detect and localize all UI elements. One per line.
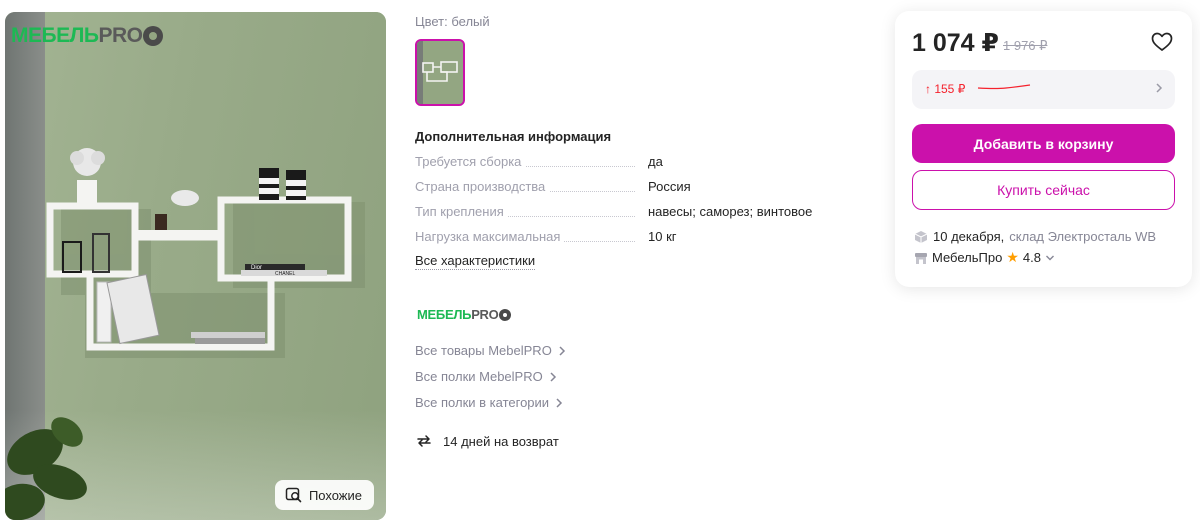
shop-icon: [915, 252, 927, 264]
return-policy: 14 дней на возврат: [415, 432, 559, 450]
seller-logo[interactable]: МЕБЕЛЬ PRO: [417, 307, 512, 322]
brand-logo: МЕБЕЛЬ PRO: [11, 24, 164, 48]
box-label: Dior: [251, 265, 262, 271]
spec-key: Тип крепления: [415, 204, 508, 219]
chevron-right-icon: [550, 371, 556, 382]
link-label: Все полки в категории: [415, 395, 550, 410]
all-specs-link[interactable]: Все характеристики: [415, 253, 536, 270]
additional-info-title: Дополнительная информация: [415, 129, 612, 144]
delivery-date: 10 декабря,: [933, 229, 1005, 244]
book-label: CHANEL: [275, 271, 296, 277]
spec-key: Требуется сборка: [415, 154, 526, 169]
gear-logo-icon: [499, 308, 512, 321]
chevron-right-icon: [559, 345, 565, 356]
spec-key: Нагрузка максимальная: [415, 229, 565, 244]
old-price: 1 976 ₽: [1003, 38, 1048, 53]
brand-logo-part-2: PRO: [98, 24, 143, 47]
price-change-row[interactable]: ↑ 155 ₽: [912, 70, 1175, 109]
product-photo[interactable]: Dior CHANEL МЕБЕЛЬ PRO Похожие: [5, 12, 386, 520]
link-label: Все полки MebelPRO: [415, 369, 543, 384]
thumbnail-image: [417, 41, 463, 104]
similar-products-label: Похожие: [308, 487, 362, 503]
price-delta: ↑ 155 ₽: [925, 82, 966, 96]
spec-key: Страна производства: [415, 179, 550, 194]
similar-products-button[interactable]: Похожие: [274, 480, 374, 510]
current-price: 1 074 ₽: [912, 29, 999, 57]
spec-value: да: [648, 154, 663, 169]
spec-value: 10 кг: [648, 229, 677, 244]
all-seller-products-link[interactable]: Все товары MebelPRO: [415, 343, 566, 358]
spec-row: Страна производства Россия: [415, 179, 855, 197]
warehouse-name: склад Электросталь WB: [1009, 229, 1157, 244]
color-value: белый: [451, 14, 490, 29]
spec-row: Тип крепления навесы; саморез; винтовое: [415, 204, 855, 222]
link-label: Все товары MebelPRO: [415, 343, 552, 358]
add-to-cart-button[interactable]: Добавить в корзину: [912, 124, 1175, 163]
plant-decoration: [5, 417, 87, 520]
search-image-icon: [285, 487, 302, 503]
color-label: Цвет:: [415, 14, 448, 29]
color-line: Цвет: белый: [415, 14, 490, 29]
spec-value: навесы; саморез; винтовое: [648, 204, 813, 219]
all-seller-shelves-link[interactable]: Все полки MebelPRO: [415, 369, 557, 384]
seller-name: МебельПро: [932, 250, 1003, 265]
category-shelves-link[interactable]: Все полки в категории: [415, 395, 563, 410]
heart-icon: [1151, 32, 1173, 51]
seller-rating: 4.8: [1022, 250, 1041, 265]
price-card: 1 074 ₽ 1 976 ₽ ↑ 155 ₽ Добавить в корзи…: [895, 11, 1192, 287]
brand-logo-part-1: МЕБЕЛЬ: [11, 24, 99, 47]
return-arrows-icon: [417, 435, 431, 447]
chevron-down-icon: [1045, 255, 1054, 260]
buy-now-button[interactable]: Купить сейчас: [912, 170, 1175, 210]
seller-logo-part-2: PRO: [471, 307, 499, 322]
seller-info[interactable]: МебельПро ★ 4.8: [914, 249, 1055, 266]
seller-logo-part-1: МЕБЕЛЬ: [417, 307, 472, 322]
return-text: 14 дней на возврат: [443, 433, 559, 449]
chevron-right-icon: [556, 397, 563, 408]
price-trend-line: [977, 84, 1031, 90]
favorite-button[interactable]: [1151, 32, 1173, 57]
gear-logo-icon: [143, 26, 164, 46]
delivery-info: 10 декабря, склад Электросталь WB: [914, 229, 1156, 244]
spec-value: Россия: [648, 179, 691, 194]
chevron-right-icon: [1156, 83, 1163, 93]
color-variant-thumbnail[interactable]: [415, 39, 465, 106]
star-icon: ★: [1006, 249, 1019, 265]
spec-row: Требуется сборка да: [415, 154, 855, 172]
spec-row: Нагрузка максимальная 10 кг: [415, 229, 855, 247]
shelf-illustration: Dior CHANEL: [5, 148, 365, 520]
box-icon: [914, 230, 928, 243]
